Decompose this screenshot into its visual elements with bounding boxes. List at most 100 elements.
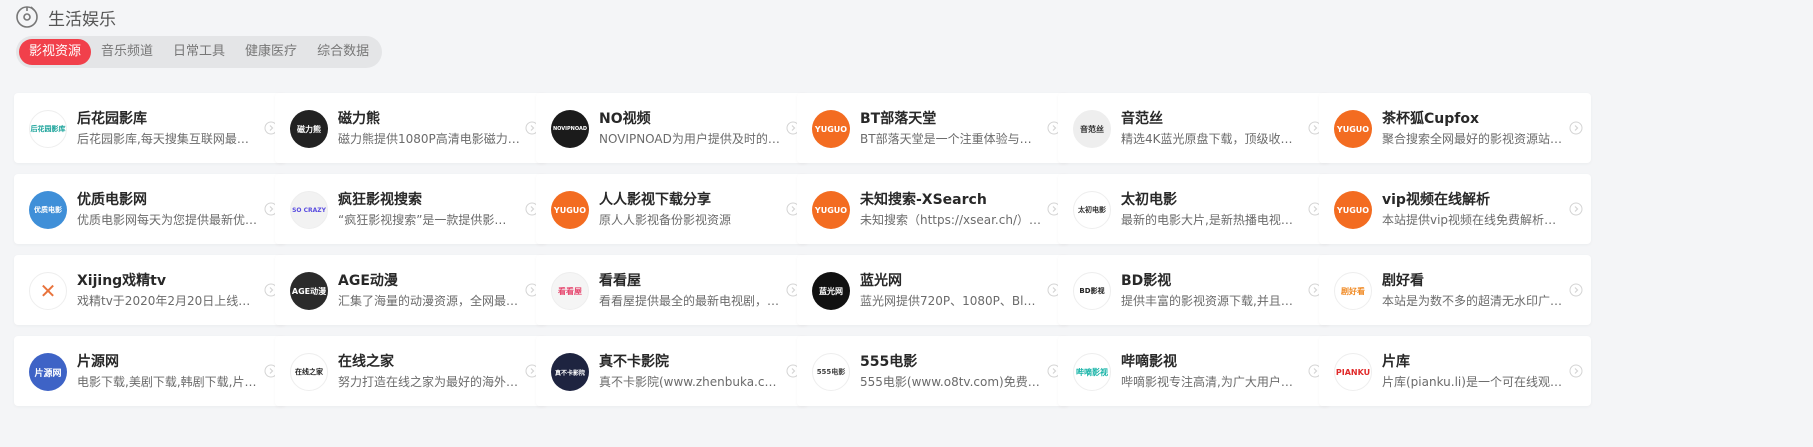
site-title: NO视频 bbox=[599, 111, 651, 127]
site-logo: NOVIPNOAD bbox=[551, 110, 589, 148]
site-logo: YUGUO bbox=[812, 110, 850, 148]
site-card[interactable]: YUGUO 茶杯狐Cupfox 聚合搜索全网最好的影视资源站… bbox=[1319, 93, 1591, 163]
site-logo: PIANKU bbox=[1334, 353, 1372, 391]
site-logo: 太初电影 bbox=[1073, 191, 1111, 229]
site-title: 磁力熊 bbox=[338, 111, 380, 127]
site-description: 磁力熊提供1080P高清电影磁力… bbox=[338, 132, 520, 146]
site-description: 优质电影网每天为您提供最新优… bbox=[77, 213, 258, 227]
site-card[interactable]: 蓝光网 蓝光网 蓝光网提供720P、1080P、BluR… bbox=[797, 255, 1069, 325]
section-title: 生活娱乐 bbox=[48, 9, 116, 30]
site-description: 蓝光网提供720P、1080P、BluR… bbox=[860, 294, 1042, 308]
site-card[interactable]: 在线之家 在线之家 努力打造在线之家为最好的海外… bbox=[275, 336, 547, 406]
site-card[interactable]: 看看屋 看看屋 看看屋提供最全的最新电视剧，2… bbox=[536, 255, 808, 325]
site-title: AGE动漫 bbox=[338, 273, 398, 289]
site-logo: ✕ bbox=[29, 272, 67, 310]
site-description: 精选4K蓝光原盘下载，顶级收藏… bbox=[1121, 132, 1303, 146]
chevron-right-circle-icon[interactable] bbox=[1569, 120, 1583, 135]
site-title: 片源网 bbox=[77, 354, 119, 370]
site-logo: 片源网 bbox=[29, 353, 67, 391]
site-card[interactable]: 哔嘀影视 哔嘀影视 哔嘀影视专注高清,为广大用户提… bbox=[1058, 336, 1330, 406]
site-card[interactable]: SO CRAZY 疯狂影视搜索 “疯狂影视搜索”是一款提供影… bbox=[275, 174, 547, 244]
site-title: 未知搜索-XSearch bbox=[860, 192, 987, 208]
tab-2[interactable]: 音乐频道 bbox=[91, 39, 163, 65]
tab-4[interactable]: 健康医疗 bbox=[235, 39, 307, 65]
site-logo: YUGUO bbox=[1334, 191, 1372, 229]
site-description: 聚合搜索全网最好的影视资源站… bbox=[1382, 132, 1563, 146]
site-title: 蓝光网 bbox=[860, 273, 902, 289]
site-description: 戏精tv于2020年2月20日上线，… bbox=[77, 294, 259, 308]
tab-3[interactable]: 日常工具 bbox=[163, 39, 235, 65]
site-card[interactable]: YUGUO 未知搜索-XSearch 未知搜索（https://xsear.ch/）… bbox=[797, 174, 1069, 244]
chevron-right-circle-icon[interactable] bbox=[1569, 282, 1583, 297]
site-title: 茶杯狐Cupfox bbox=[1382, 111, 1480, 127]
site-description: 后花园影库,每天搜集互联网最新… bbox=[77, 132, 259, 146]
site-card[interactable]: ✕ Xijing戏精tv 戏精tv于2020年2月20日上线，… bbox=[14, 255, 286, 325]
site-card[interactable]: YUGUO 人人影视下载分享原人人影视备份影视资源 bbox=[536, 174, 808, 244]
site-logo: 磁力熊 bbox=[290, 110, 328, 148]
site-description: 本站是为数不多的超清无水印广… bbox=[1382, 294, 1563, 308]
site-logo: 在线之家 bbox=[290, 353, 328, 391]
site-title: BD影视 bbox=[1121, 273, 1172, 289]
site-description: 哔嘀影视专注高清,为广大用户提… bbox=[1121, 375, 1303, 389]
site-logo: 555电影 bbox=[812, 353, 850, 391]
site-logo: YUGUO bbox=[1334, 110, 1372, 148]
site-title: 优质电影网 bbox=[77, 192, 147, 208]
site-card[interactable]: 片源网 片源网 电影下载,美剧下载,韩剧下载,片源… bbox=[14, 336, 286, 406]
site-description: 555电影(www.o8tv.com)免费为… bbox=[860, 375, 1042, 389]
site-logo: 哔嘀影视 bbox=[1073, 353, 1111, 391]
section-header: 生活娱乐 bbox=[14, 2, 116, 32]
site-logo: 后花园影库 bbox=[29, 110, 67, 148]
site-card[interactable]: 剧好看 剧好看 本站是为数不多的超清无水印广… bbox=[1319, 255, 1591, 325]
site-title: 片库 bbox=[1382, 354, 1410, 370]
site-card[interactable]: 真不卡影院 真不卡影院 真不卡影院(www.zhenbuka.com… bbox=[536, 336, 808, 406]
site-title: 看看屋 bbox=[599, 273, 641, 289]
site-logo: 优质电影 bbox=[29, 191, 67, 229]
site-card[interactable]: 太初电影 太初电影 最新的电影大片,是新热播电视剧,… bbox=[1058, 174, 1330, 244]
site-card[interactable]: 音范丝 音范丝 精选4K蓝光原盘下载，顶级收藏… bbox=[1058, 93, 1330, 163]
tab-5[interactable]: 综合数据 bbox=[307, 39, 379, 65]
chevron-right-circle-icon[interactable] bbox=[1569, 363, 1583, 378]
site-logo: AGE动漫 bbox=[290, 272, 328, 310]
site-title: Xijing戏精tv bbox=[77, 273, 166, 289]
site-logo: 蓝光网 bbox=[812, 272, 850, 310]
site-card[interactable]: AGE动漫 AGE动漫 汇集了海量的动漫资源，全网最… bbox=[275, 255, 547, 325]
site-description: 汇集了海量的动漫资源，全网最… bbox=[338, 294, 519, 308]
site-title: vip视频在线解析 bbox=[1382, 192, 1490, 208]
chevron-right-circle-icon[interactable] bbox=[1569, 201, 1583, 216]
site-title: 哔嘀影视 bbox=[1121, 354, 1177, 370]
music-disc-icon bbox=[14, 4, 40, 30]
site-card[interactable]: 优质电影 优质电影网优质电影网每天为您提供最新优… bbox=[14, 174, 286, 244]
site-title: 555电影 bbox=[860, 354, 918, 370]
site-title: BT部落天堂 bbox=[860, 111, 937, 127]
site-logo: YUGUO bbox=[812, 191, 850, 229]
site-card[interactable]: NOVIPNOAD NO视频 NOVIPNOAD为用户提供及时的… bbox=[536, 93, 808, 163]
site-card[interactable]: 磁力熊 磁力熊 磁力熊提供1080P高清电影磁力… bbox=[275, 93, 547, 163]
site-card[interactable]: PIANKU 片库片库(pianku.li)是一个可在线观看… bbox=[1319, 336, 1591, 406]
site-logo: 音范丝 bbox=[1073, 110, 1111, 148]
site-logo: 真不卡影院 bbox=[551, 353, 589, 391]
site-description: 努力打造在线之家为最好的海外… bbox=[338, 375, 519, 389]
site-description: 原人人影视备份影视资源 bbox=[599, 213, 732, 227]
site-description: 真不卡影院(www.zhenbuka.com… bbox=[599, 375, 781, 389]
site-card[interactable]: YUGUO vip视频在线解析 本站提供vip视频在线免费解析，… bbox=[1319, 174, 1591, 244]
site-logo: 看看屋 bbox=[551, 272, 589, 310]
site-logo: YUGUO bbox=[551, 191, 589, 229]
site-title: 太初电影 bbox=[1121, 192, 1177, 208]
site-logo: BD影视 bbox=[1073, 272, 1111, 310]
site-logo: 剧好看 bbox=[1334, 272, 1372, 310]
category-tabs: 影视资源 音乐频道 日常工具 健康医疗 综合数据 bbox=[16, 36, 383, 68]
site-description: 最新的电影大片,是新热播电视剧,… bbox=[1121, 213, 1303, 227]
site-card[interactable]: 后花园影库 后花园影库 后花园影库,每天搜集互联网最新… bbox=[14, 93, 286, 163]
site-description: 看看屋提供最全的最新电视剧，2… bbox=[599, 294, 781, 308]
site-card[interactable]: BD影视 BD影视 提供丰富的影视资源下载,并且可… bbox=[1058, 255, 1330, 325]
site-description: 片库(pianku.li)是一个可在线观看… bbox=[1382, 375, 1564, 389]
site-card[interactable]: YUGUO BT部落天堂 BT部落天堂是一个注重体验与质… bbox=[797, 93, 1069, 163]
site-card[interactable]: 555电影 555电影 555电影(www.o8tv.com)免费为… bbox=[797, 336, 1069, 406]
site-description: “疯狂影视搜索”是一款提供影… bbox=[338, 213, 507, 227]
site-title: 音范丝 bbox=[1121, 111, 1163, 127]
site-title: 剧好看 bbox=[1382, 273, 1424, 289]
site-description: NOVIPNOAD为用户提供及时的… bbox=[599, 132, 780, 146]
site-title: 人人影视下载分享 bbox=[599, 192, 711, 208]
site-description: 未知搜索（https://xsear.ch/）聚… bbox=[860, 213, 1042, 227]
tab-1[interactable]: 影视资源 bbox=[19, 39, 92, 65]
